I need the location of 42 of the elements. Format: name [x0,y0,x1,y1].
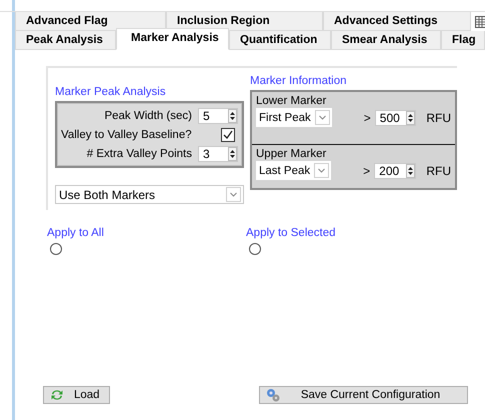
checkbox-label: Valley to Valley Baseline? [61,128,192,140]
spinner-arrows-icon[interactable] [228,108,237,122]
spinner-arrows-icon[interactable] [406,110,416,124]
group-title: Marker Information [250,75,348,87]
peak-dropdown[interactable]: First Peak [256,108,332,127]
spin-field[interactable]: 3 [198,146,238,162]
save-button[interactable]: Save Current Configuration [259,386,468,404]
tab[interactable]: Advanced Flag [15,12,166,31]
radio-label: Apply to All [47,227,105,239]
unit-label: RFU [426,110,451,124]
tab[interactable]: Marker Analysis [116,28,229,50]
radio-label: Apply to Selected [246,227,337,239]
dropdown-caret-icon[interactable] [314,163,330,178]
marker-mode-dropdown[interactable]: Use Both Markers [55,185,244,204]
operator-label: > [363,164,370,178]
spinner-arrows-icon[interactable] [228,146,237,160]
peak-dropdown[interactable]: Last Peak [256,161,332,180]
checkbox[interactable] [221,128,235,142]
marker-label: Upper Marker [256,148,328,160]
spin-field[interactable]: 200 [374,162,416,178]
dropdown-caret-icon[interactable] [226,187,241,202]
dropdown-caret-icon[interactable] [314,110,330,125]
field-label: Peak Width (sec) [104,110,192,122]
operator-label: > [364,110,371,124]
gears-icon [266,388,280,402]
tab[interactable]: Smear Analysis [331,31,441,50]
tab[interactable]: Quantification [229,31,331,50]
tab[interactable]: Peak Analysis [15,31,116,50]
group-title: Marker Peak Analysis [55,86,167,98]
radio-button[interactable] [50,243,62,255]
tab[interactable]: Flag [441,31,485,50]
tab[interactable]: Advanced Settings [323,12,471,31]
spinner-arrows-icon[interactable] [406,164,416,178]
refresh-arrows-icon [50,388,64,402]
radio-button[interactable] [249,243,261,255]
spin-field[interactable]: 500 [374,110,416,126]
field-label: # Extra Valley Points [86,148,192,160]
load-button[interactable]: Load [43,386,110,404]
grid-icon[interactable] [475,16,485,28]
marker-label: Lower Marker [256,95,328,107]
spin-field[interactable]: 5 [198,108,238,124]
unit-label: RFU [426,164,451,178]
